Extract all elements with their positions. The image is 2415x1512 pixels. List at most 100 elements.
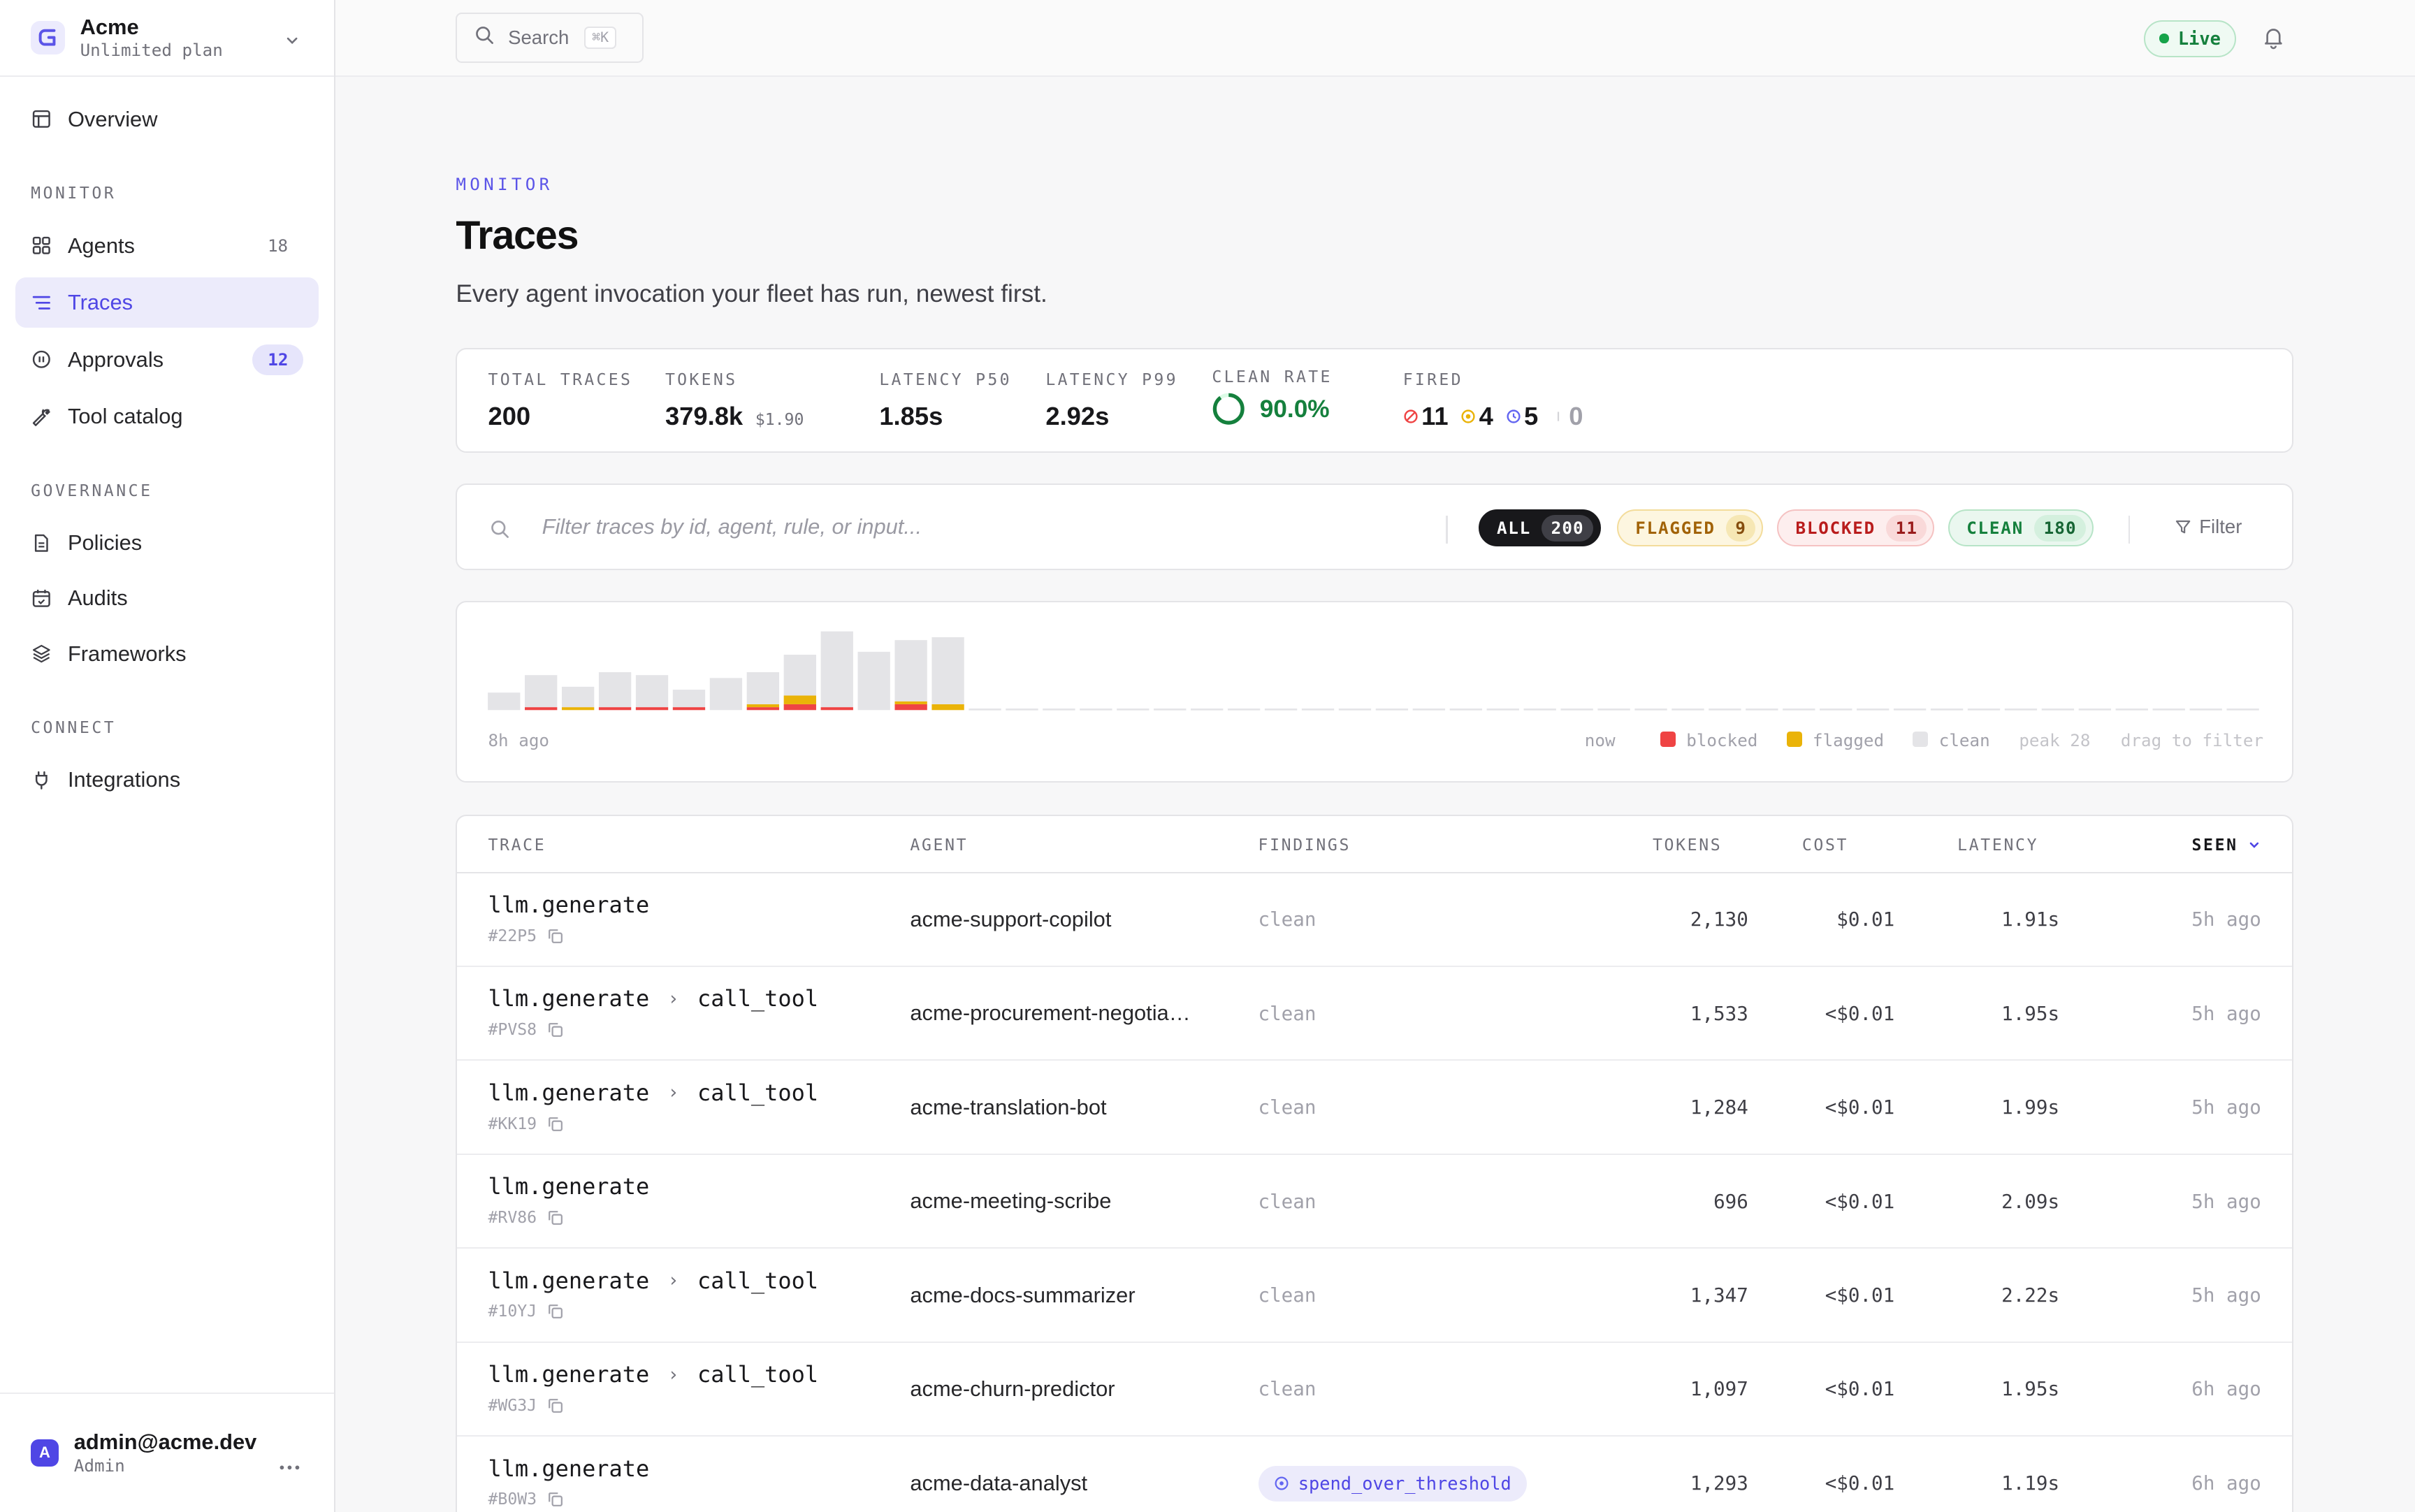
- stat-value: 379.8k: [665, 401, 744, 430]
- histogram-empty-bin: [1523, 708, 1557, 711]
- table-row[interactable]: llm.generate #RV86 acme-meeting-scribe c…: [457, 1155, 2292, 1249]
- table-row[interactable]: llm.generate #22P5 acme-support-copilot …: [457, 873, 2292, 967]
- histogram-empty-bin: [1117, 708, 1150, 711]
- copy-icon[interactable]: [548, 1492, 563, 1507]
- tokens-value: 1,284: [1690, 1096, 1748, 1119]
- trace-id: #WG3J: [488, 1397, 563, 1415]
- layout-icon: [31, 108, 52, 130]
- trace-name: llm.generate › call_tool: [488, 1267, 818, 1294]
- latency-value: 1.99s: [2001, 1096, 2060, 1119]
- latency-value: 2.22s: [2001, 1284, 2060, 1307]
- column-header-trace[interactable]: TRACE: [488, 836, 546, 855]
- agent-name[interactable]: acme-procurement-negotia…: [910, 1001, 1190, 1026]
- sidebar-item-policies[interactable]: Policies: [15, 518, 319, 569]
- copy-icon[interactable]: [548, 1210, 563, 1226]
- seen-value: 5h ago: [2191, 1096, 2261, 1119]
- copy-icon[interactable]: [548, 1398, 563, 1413]
- copy-icon[interactable]: [548, 1117, 563, 1132]
- sidebar-item-audits[interactable]: Audits: [15, 573, 319, 624]
- trace-name: llm.generate › call_tool: [488, 1080, 818, 1106]
- table-row[interactable]: llm.generate #B0W3 acme-data-analyst spe…: [457, 1437, 2291, 1512]
- column-header-latency[interactable]: LATENCY: [1957, 836, 2038, 855]
- app-root: Acme Unlimited plan Overview MONITOR Age…: [0, 0, 2415, 1512]
- trace-histogram[interactable]: 8h ago now blocked flagged clean peak 28…: [456, 600, 2294, 784]
- histogram-empty-bin: [1154, 708, 1187, 711]
- stat-tokens-cost: $1.90: [755, 410, 804, 429]
- seen-value: 5h ago: [2191, 1190, 2261, 1213]
- fired-flagged-count: 4: [1479, 401, 1493, 430]
- agent-name[interactable]: acme-meeting-scribe: [910, 1188, 1111, 1214]
- sidebar-item-frameworks[interactable]: Frameworks: [15, 628, 319, 679]
- filter-button[interactable]: Filter: [2175, 516, 2242, 538]
- histogram-bar-flagged: [894, 701, 928, 704]
- global-search-button[interactable]: Search ⌘K: [456, 12, 644, 64]
- filter-chip-clean[interactable]: CLEAN 180: [1948, 509, 2094, 547]
- stat-fired: FIRED 11 4 5 0: [1403, 371, 1595, 431]
- finding-rule-badge[interactable]: spend_over_threshold: [1258, 1466, 1527, 1502]
- filter-chip-flagged[interactable]: FLAGGED 9: [1617, 509, 1764, 547]
- minor-icon: [1557, 411, 1559, 421]
- histogram-bar-blocked: [820, 706, 854, 710]
- trace-span-name: llm.generate: [488, 891, 650, 918]
- sidebar-item-approvals[interactable]: Approvals 12: [15, 334, 319, 385]
- stat-value: 2.92s: [1045, 401, 1110, 430]
- sidebar-item-traces[interactable]: Traces: [15, 277, 319, 328]
- agent-name[interactable]: acme-docs-summarizer: [910, 1283, 1135, 1308]
- trace-id: #RV86: [488, 1209, 563, 1227]
- bell-icon[interactable]: [2263, 26, 2284, 55]
- finding-status: clean: [1258, 1096, 1317, 1119]
- filter-chip-all[interactable]: ALL 200: [1478, 509, 1601, 547]
- agent-name[interactable]: acme-churn-predictor: [910, 1376, 1115, 1402]
- histogram-empty-bin: [1746, 708, 1778, 711]
- sidebar-item-tool-catalog[interactable]: Tool catalog: [15, 391, 319, 442]
- histogram-empty-bin: [1413, 708, 1446, 711]
- trace-id-text: #PVS8: [488, 1021, 537, 1040]
- peak-label: peak 28: [2019, 729, 2091, 750]
- seen-label: SEEN: [2191, 836, 2238, 855]
- copy-icon[interactable]: [548, 929, 563, 944]
- wrench-icon: [31, 406, 52, 428]
- agent-name[interactable]: acme-translation-bot: [910, 1095, 1106, 1120]
- table-row[interactable]: llm.generate › call_tool #10YJ acme-docs…: [457, 1249, 2292, 1343]
- column-header-seen[interactable]: SEEN: [2191, 836, 2261, 855]
- histogram-chart[interactable]: [457, 602, 2294, 784]
- sidebar-item-integrations[interactable]: Integrations: [15, 755, 319, 806]
- column-header-findings[interactable]: FINDINGS: [1259, 836, 1351, 855]
- live-status-badge[interactable]: Live: [2144, 20, 2237, 57]
- user-menu[interactable]: A admin@acme.dev Admin: [0, 1392, 335, 1512]
- copy-icon[interactable]: [548, 1304, 563, 1319]
- stat-label: TOTAL TRACES: [488, 370, 633, 389]
- stat-value: 90.0%: [1259, 395, 1330, 423]
- table-row[interactable]: llm.generate › call_tool #PVS8 acme-proc…: [457, 967, 2292, 1061]
- histogram-bar-clean: [599, 671, 632, 707]
- sidebar-item-overview[interactable]: Overview: [15, 94, 319, 145]
- drag-hint: drag to filter: [2120, 729, 2264, 750]
- fired-other-count: 0: [1569, 401, 1583, 430]
- trace-filter-input[interactable]: Filter traces by id, agent, rule, or inp…: [542, 514, 922, 539]
- page-eyebrow: MONITOR: [456, 174, 553, 195]
- avatar: A: [31, 1439, 59, 1467]
- sidebar-item-label: Policies: [67, 530, 143, 555]
- table-row[interactable]: llm.generate › call_tool #WG3J acme-chur…: [457, 1343, 2292, 1437]
- column-header-cost[interactable]: COST: [1802, 836, 1848, 855]
- agent-name[interactable]: acme-support-copilot: [910, 907, 1111, 932]
- chevron-right-icon: ›: [667, 987, 679, 1010]
- histogram-bar-blocked: [784, 704, 817, 710]
- copy-icon[interactable]: [548, 1022, 563, 1038]
- sidebar-item-agents[interactable]: Agents 18: [15, 220, 319, 271]
- filter-chip-blocked[interactable]: BLOCKED 11: [1777, 509, 1935, 547]
- agents-count: 18: [267, 235, 289, 256]
- workspace-switcher[interactable]: Acme Unlimited plan: [0, 0, 335, 78]
- trace-name: llm.generate › call_tool: [488, 1361, 818, 1388]
- histogram-bar-flagged: [931, 704, 965, 710]
- table-row[interactable]: llm.generate › call_tool #KK19 acme-tran…: [457, 1061, 2292, 1155]
- sidebar-item-label: Tool catalog: [67, 404, 183, 429]
- histogram-bar-clean: [747, 671, 780, 704]
- stats-card: TOTAL TRACES 200 TOKENS 379.8k $1.90 LATE…: [456, 348, 2293, 453]
- agent-name[interactable]: acme-data-analyst: [910, 1471, 1087, 1496]
- fired-blocked: 11: [1403, 402, 1449, 431]
- column-header-tokens[interactable]: TOKENS: [1653, 836, 1722, 855]
- more-horizontal-icon[interactable]: [279, 1449, 300, 1477]
- column-header-agent[interactable]: AGENT: [910, 836, 968, 855]
- fired-pending: 5: [1506, 402, 1538, 431]
